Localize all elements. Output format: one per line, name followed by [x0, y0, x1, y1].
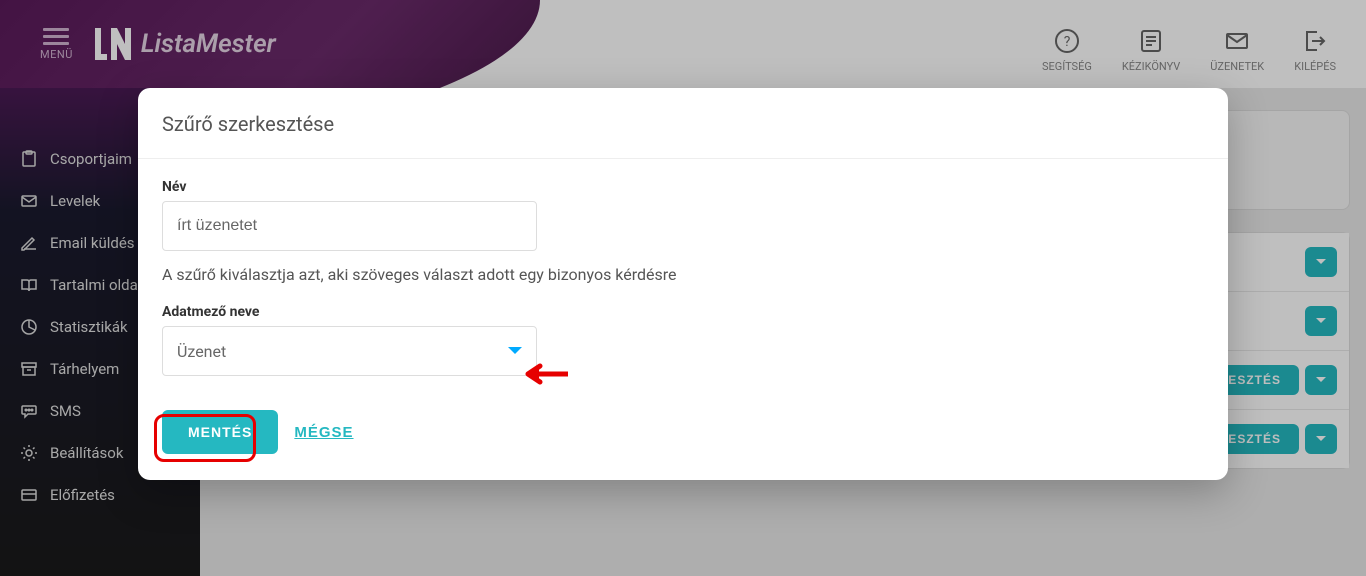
cancel-button[interactable]: MÉGSE — [294, 424, 353, 441]
datafield-value: Üzenet — [177, 342, 226, 361]
datafield-label: Adatmező neve — [162, 304, 1204, 320]
name-input[interactable] — [162, 201, 537, 251]
name-label: Név — [162, 179, 1204, 195]
filter-description: A szűrő kiválasztja azt, aki szöveges vá… — [162, 265, 1204, 284]
save-button[interactable]: MENTÉS — [162, 410, 278, 454]
modal-filter-edit: Szűrő szerkesztése Név A szűrő kiválaszt… — [138, 88, 1228, 480]
modal-title: Szűrő szerkesztése — [138, 88, 1228, 159]
modal-footer: MENTÉS MÉGSE — [138, 410, 1228, 480]
datafield-select[interactable]: Üzenet — [162, 326, 537, 376]
modal-body: Név A szűrő kiválasztja azt, aki szövege… — [138, 159, 1228, 410]
